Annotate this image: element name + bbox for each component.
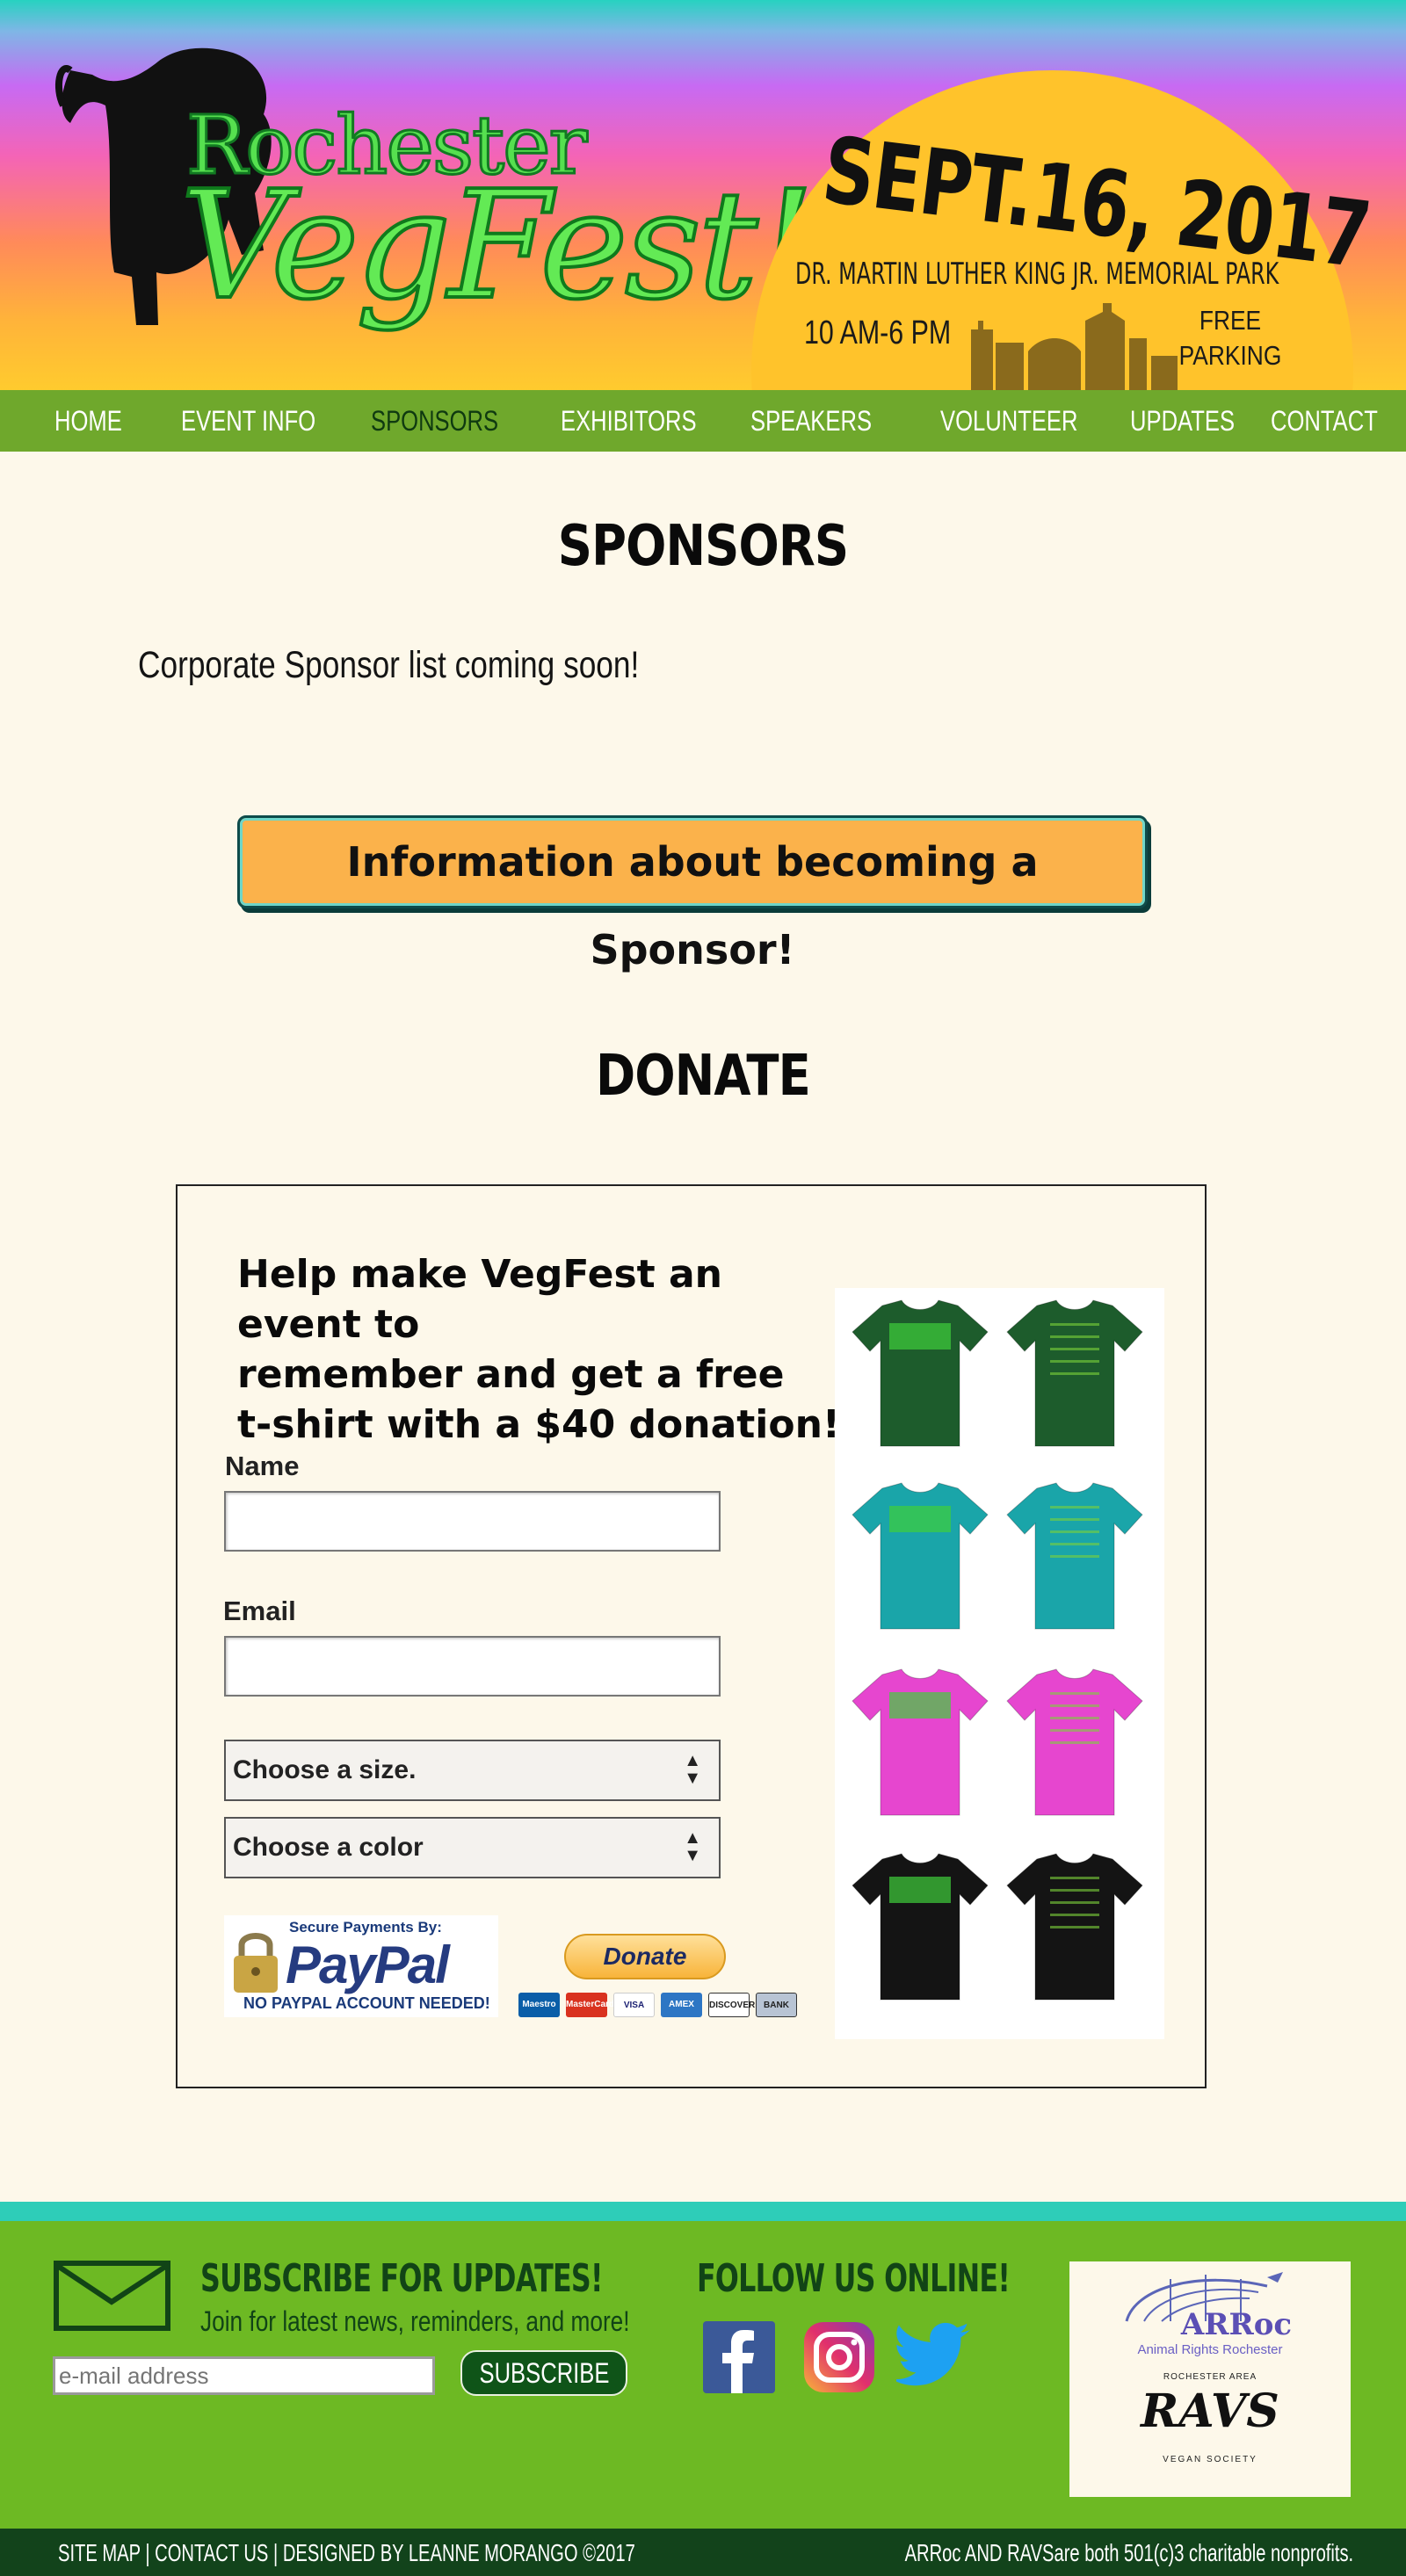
tshirt-front (852, 1299, 989, 1447)
amex-icon: AMEX (661, 1993, 702, 2017)
ravs-name: RAVS (1141, 2384, 1279, 2438)
nav-updates[interactable]: UPDATES (1130, 390, 1235, 452)
tshirt-back (1006, 1853, 1143, 2001)
event-location: DR. MARTIN LUTHER KING JR. MEMORIAL PARK (795, 257, 1279, 292)
nonprofit-note: ARRoc AND RAVSare both 501(c)3 charitabl… (904, 2539, 1353, 2566)
payment-cards: Maestro MasterCard VISA AMEX DISCOVER BA… (518, 1993, 797, 2017)
tshirt-back (1006, 1299, 1143, 1447)
donate-heading: DONATE (596, 1044, 811, 1109)
facebook-icon[interactable] (701, 2319, 777, 2395)
site-header: Rochester VegFest! SEPT.16, 2017 DR. MAR… (0, 0, 1406, 390)
tshirt-back (1006, 1668, 1143, 1816)
subscribe-email-input[interactable] (53, 2356, 435, 2395)
tshirt-gallery (835, 1288, 1164, 2039)
partner-logos: ARRoc Animal Rights Rochester ROCHESTER … (1069, 2261, 1351, 2497)
paypal-secure-logo: Secure Payments By: PayPal NO PAYPAL ACC… (224, 1915, 498, 2017)
tshirt-front (852, 1853, 989, 2001)
email-input[interactable] (224, 1636, 721, 1697)
designer-credit: DESIGNED BY LEANNE MORANGO ©2017 (282, 2539, 635, 2566)
instagram-icon[interactable] (801, 2319, 877, 2395)
select-arrows-icon: ▲ ▼ (684, 1828, 701, 1865)
nav-home[interactable]: HOME (54, 390, 122, 452)
name-label: Name (225, 1451, 300, 1481)
become-sponsor-button[interactable]: Information about becoming a Sponsor! (237, 815, 1148, 973)
event-hours: 10 AM-6 PM (804, 315, 952, 351)
discover-icon: DISCOVER (708, 1993, 755, 2017)
bank-icon: BANK (756, 1993, 797, 2017)
tshirt-back (1006, 1482, 1143, 1630)
paypal-wordmark: PayPal (286, 1936, 450, 1994)
visa-icon: VISA (613, 1993, 655, 2017)
arroc-name: ARRoc (1180, 2307, 1293, 2342)
bottom-links: SITE MAP | CONTACT US | DESIGNED BY LEAN… (58, 2539, 635, 2566)
contact-us-link[interactable]: CONTACT US (155, 2539, 268, 2566)
subscribe-text: Join for latest news, reminders, and mor… (200, 2305, 630, 2337)
padlock-icon (234, 1933, 278, 1993)
subscribe-button[interactable]: SUBSCRIBE (460, 2350, 627, 2396)
city-skyline-icon (971, 303, 1178, 390)
parking-info: FREE PARKING (1178, 305, 1282, 371)
select-arrows-icon: ▲ ▼ (684, 1751, 701, 1788)
email-label: Email (223, 1596, 296, 1626)
tshirt-front (852, 1482, 989, 1630)
footer-accent-band (0, 2202, 1406, 2221)
arroc-subtitle: Animal Rights Rochester (1137, 2342, 1283, 2357)
sponsor-note: Corporate Sponsor list coming soon! (138, 644, 640, 686)
color-select[interactable]: Choose a color ▲ ▼ (224, 1817, 721, 1878)
sponsors-heading: SPONSORS (557, 514, 849, 579)
tshirt-front (852, 1668, 989, 1816)
nav-contact[interactable]: CONTACT (1271, 390, 1378, 452)
maestro-icon: Maestro (518, 1993, 560, 2017)
tshirt-images (852, 1299, 1143, 2001)
name-input[interactable] (224, 1491, 721, 1552)
size-select[interactable]: Choose a size. ▲ ▼ (224, 1740, 721, 1801)
paypal-donate-button[interactable]: Donate (564, 1934, 726, 1979)
nav-event-info[interactable]: EVENT INFO (181, 390, 315, 452)
site-map-link[interactable]: SITE MAP (58, 2539, 141, 2566)
mastercard-icon: MasterCard (566, 1993, 614, 2017)
bottom-bar: SITE MAP | CONTACT US | DESIGNED BY LEAN… (0, 2529, 1406, 2576)
nav-volunteer[interactable]: VOLUNTEER (940, 390, 1077, 452)
nav-sponsors[interactable]: SPONSORS (371, 390, 498, 452)
nav-exhibitors[interactable]: EXHIBITORS (561, 390, 697, 452)
main-nav: HOME EVENT INFO SPONSORS EXHIBITORS SPEA… (0, 390, 1406, 452)
logo-vegfest[interactable]: VegFest! (178, 170, 816, 322)
envelope-icon (54, 2261, 170, 2331)
nav-speakers[interactable]: SPEAKERS (750, 390, 872, 452)
subscribe-title: SUBSCRIBE FOR UPDATES! (200, 2256, 603, 2301)
follow-title: FOLLOW US ONLINE! (697, 2256, 1011, 2301)
donate-message: Help make VegFest an event to remember a… (237, 1252, 840, 1447)
twitter-icon[interactable] (896, 2319, 972, 2395)
